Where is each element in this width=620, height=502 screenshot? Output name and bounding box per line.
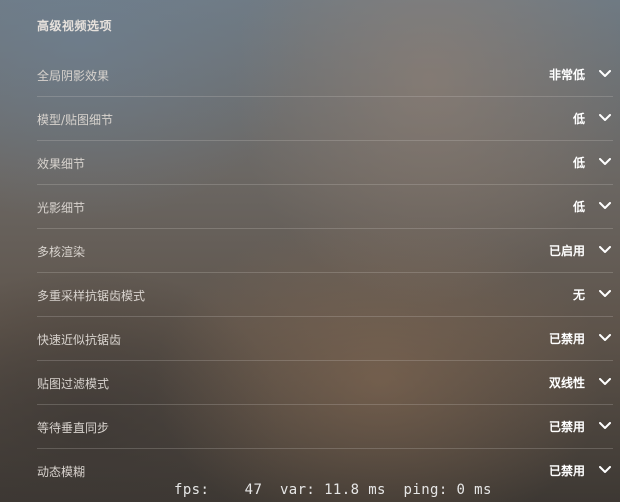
setting-dropdown[interactable]: 双线性 — [549, 371, 613, 393]
setting-row-model-texture-detail: 模型/贴图细节 低 — [37, 97, 613, 141]
advanced-video-settings-panel: 高级视频选项 全局阴影效果 非常低 模型/贴图细节 低 效果细节 低 光影细节 … — [37, 0, 613, 502]
section-title: 高级视频选项 — [37, 19, 113, 33]
setting-label: 等待垂直同步 — [37, 421, 110, 435]
setting-dropdown[interactable]: 已启用 — [549, 239, 613, 261]
chevron-down-icon — [597, 110, 613, 126]
setting-row-effect-detail: 效果细节 低 — [37, 141, 613, 185]
setting-label: 效果细节 — [37, 157, 86, 171]
setting-dropdown[interactable]: 无 — [573, 283, 613, 305]
setting-dropdown[interactable]: 已禁用 — [549, 327, 613, 349]
setting-label: 多重采样抗锯齿模式 — [37, 289, 146, 303]
chevron-down-icon — [597, 66, 613, 82]
setting-value: 低 — [572, 199, 585, 214]
setting-value: 双线性 — [548, 375, 585, 390]
setting-value: 已启用 — [548, 243, 585, 258]
setting-value: 无 — [572, 287, 585, 302]
setting-row-vsync: 等待垂直同步 已禁用 — [37, 405, 613, 449]
setting-dropdown[interactable]: 低 — [573, 151, 613, 173]
setting-row-texture-filtering: 贴图过滤模式 双线性 — [37, 361, 613, 405]
chevron-down-icon — [597, 154, 613, 170]
setting-label: 贴图过滤模式 — [37, 377, 110, 391]
setting-dropdown[interactable]: 低 — [573, 107, 613, 129]
chevron-down-icon — [597, 242, 613, 258]
settings-list: 全局阴影效果 非常低 模型/贴图细节 低 效果细节 低 光影细节 低 多核渲染 … — [37, 53, 613, 492]
setting-row-fxaa: 快速近似抗锯齿 已禁用 — [37, 317, 613, 361]
setting-row-global-shadow: 全局阴影效果 非常低 — [37, 53, 613, 97]
chevron-down-icon — [597, 418, 613, 434]
setting-label: 动态模糊 — [37, 465, 86, 479]
setting-value: 已禁用 — [548, 463, 585, 478]
setting-dropdown[interactable]: 低 — [573, 195, 613, 217]
setting-value: 非常低 — [548, 67, 585, 82]
chevron-down-icon — [597, 462, 613, 478]
chevron-down-icon — [597, 286, 613, 302]
setting-label: 快速近似抗锯齿 — [37, 333, 122, 347]
setting-value: 低 — [572, 111, 585, 126]
fps-overlay: fps: 47 var: 11.8 ms ping: 0 ms — [174, 482, 492, 498]
chevron-down-icon — [597, 198, 613, 214]
setting-label: 全局阴影效果 — [37, 69, 110, 83]
setting-row-shader-detail: 光影细节 低 — [37, 185, 613, 229]
setting-label: 多核渲染 — [37, 245, 86, 259]
setting-label: 光影细节 — [37, 201, 86, 215]
setting-value: 已禁用 — [548, 331, 585, 346]
setting-row-multicore-rendering: 多核渲染 已启用 — [37, 229, 613, 273]
setting-dropdown[interactable]: 已禁用 — [549, 459, 613, 481]
chevron-down-icon — [597, 330, 613, 346]
setting-row-msaa-mode: 多重采样抗锯齿模式 无 — [37, 273, 613, 317]
setting-dropdown[interactable]: 非常低 — [549, 63, 613, 85]
setting-value: 已禁用 — [548, 419, 585, 434]
setting-label: 模型/贴图细节 — [37, 113, 114, 127]
setting-value: 低 — [572, 155, 585, 170]
chevron-down-icon — [597, 374, 613, 390]
setting-dropdown[interactable]: 已禁用 — [549, 415, 613, 437]
